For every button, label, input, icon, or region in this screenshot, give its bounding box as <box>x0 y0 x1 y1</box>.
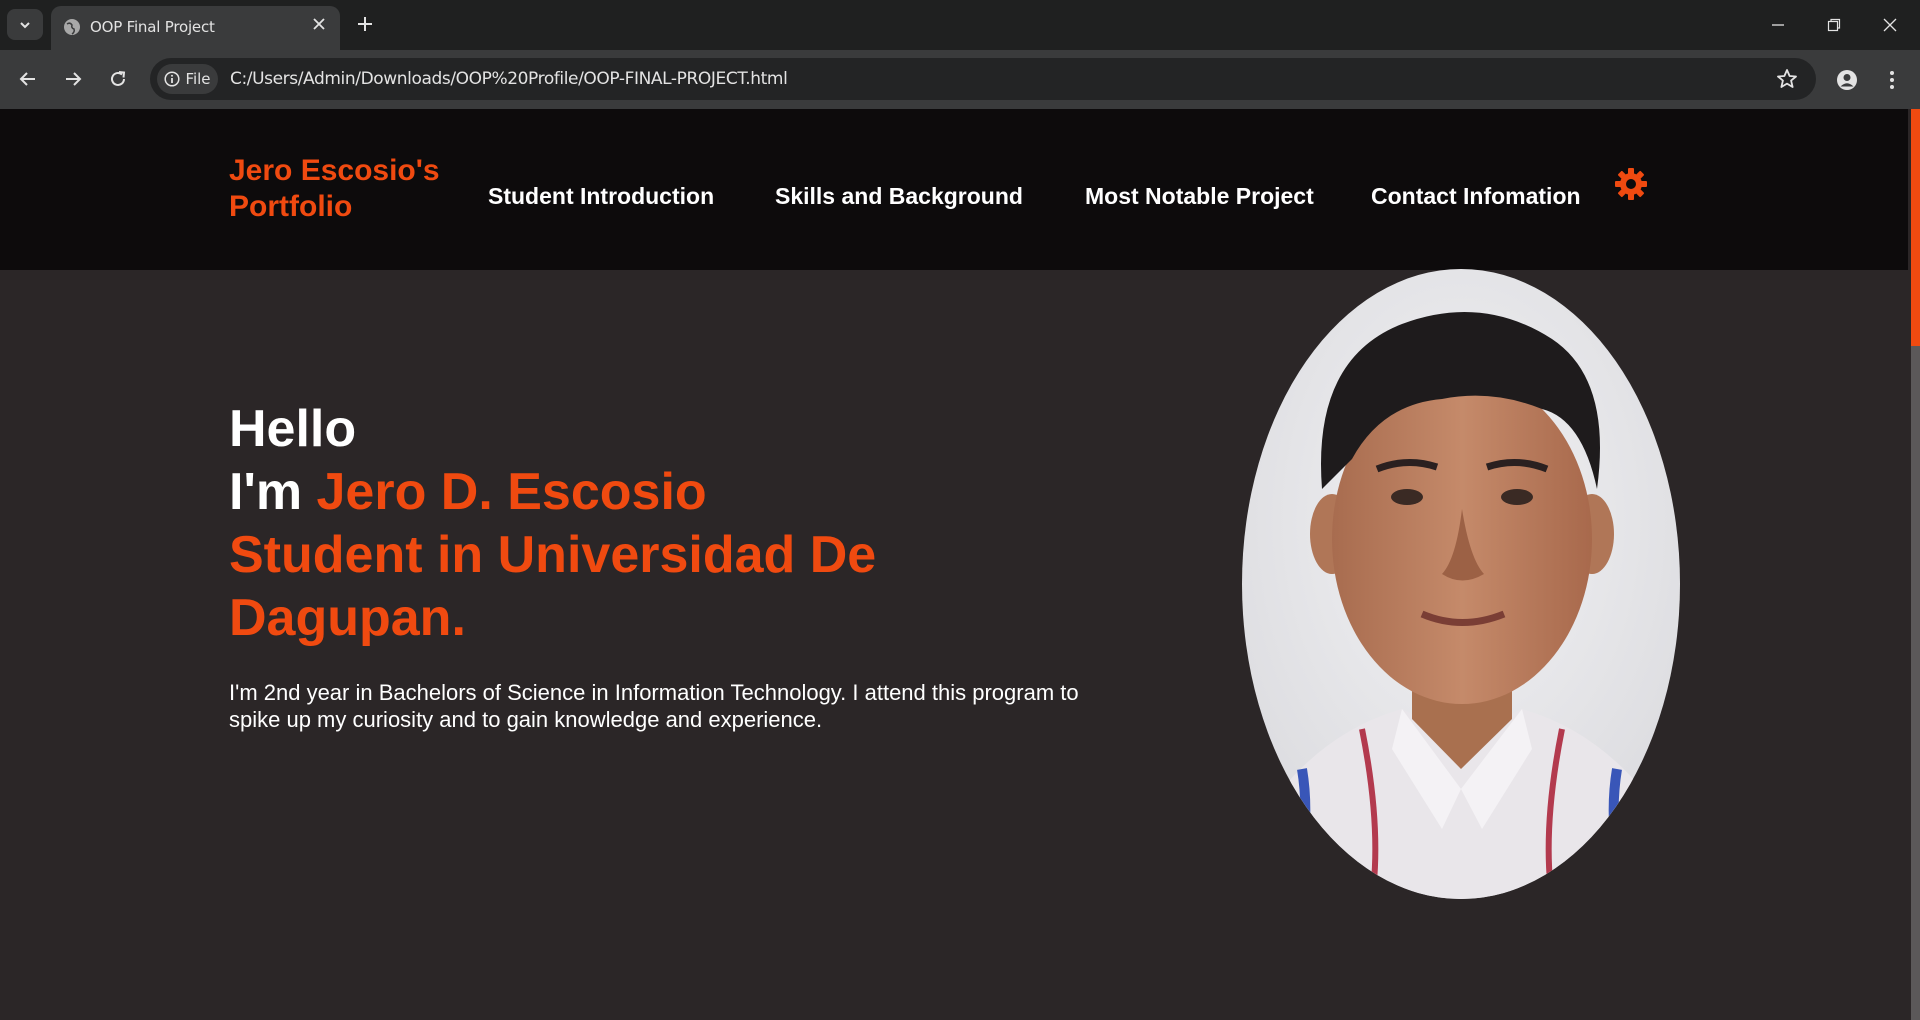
logo-line-2: Portfolio <box>229 190 353 223</box>
new-tab-button[interactable] <box>352 12 378 38</box>
forward-button[interactable] <box>58 64 88 94</box>
active-tab[interactable]: OOP Final Project <box>51 6 340 50</box>
address-bar[interactable]: File C:/Users/Admin/Downloads/OOP%20Prof… <box>150 58 1816 100</box>
profile-icon <box>1837 70 1857 90</box>
reload-icon <box>111 71 126 86</box>
tab-title: OOP Final Project <box>90 18 215 36</box>
page-viewport: Jero Escosio's Portfolio Student Introdu… <box>0 109 1920 1020</box>
close-icon <box>1883 18 1897 32</box>
hero-role-line-1: Student in Universidad De <box>229 526 877 584</box>
back-button[interactable] <box>13 64 43 94</box>
chevron-down-icon <box>20 21 30 28</box>
star-icon <box>1777 69 1797 88</box>
browser-toolbar: File C:/Users/Admin/Downloads/OOP%20Prof… <box>0 50 1920 109</box>
site-header: Jero Escosio's Portfolio Student Introdu… <box>0 109 1920 270</box>
browser-menu-button[interactable] <box>1877 65 1907 95</box>
site-chip-label: File <box>185 70 211 88</box>
hero-name: Jero D. Escosio <box>316 463 707 521</box>
close-icon <box>313 18 325 30</box>
site-info-chip[interactable]: File <box>157 64 218 94</box>
profile-button[interactable] <box>1832 65 1862 95</box>
restore-button[interactable] <box>1806 0 1862 50</box>
browser-tab-strip: OOP Final Project <box>0 0 1920 50</box>
scrollbar-thumb[interactable] <box>1911 109 1920 346</box>
info-icon <box>164 71 180 87</box>
tab-close-button[interactable] <box>309 16 329 36</box>
hero-description: I'm 2nd year in Bachelors of Science in … <box>229 679 1129 733</box>
nav-contact-information[interactable]: Contact Infomation <box>1371 183 1581 210</box>
hero-role-line-2: Dagupan. <box>229 589 466 647</box>
hero-im-prefix: I'm <box>229 463 317 521</box>
hero-name-line: I'm Jero D. Escosio <box>229 461 989 524</box>
logo-line-1: Jero Escosio's <box>229 154 440 187</box>
tab-search-button[interactable] <box>7 9 43 40</box>
hero-greeting: Hello <box>229 400 357 458</box>
hero-heading: Hello I'm Jero D. Escosio Student in Uni… <box>229 398 989 650</box>
nav-most-notable-project[interactable]: Most Notable Project <box>1085 183 1314 210</box>
globe-icon <box>64 19 80 35</box>
arrow-left-icon <box>19 72 35 86</box>
hero-description-line-2: spike up my curiosity and to gain knowle… <box>229 707 823 732</box>
arrow-right-icon <box>66 72 82 86</box>
scrollbar-track <box>1911 346 1920 1020</box>
gear-icon[interactable] <box>1613 166 1649 202</box>
more-vertical-icon <box>1890 71 1894 89</box>
page-scrollbar[interactable] <box>1908 109 1920 1020</box>
nav-student-introduction[interactable]: Student Introduction <box>488 183 714 210</box>
close-window-button[interactable] <box>1862 0 1918 50</box>
reload-button[interactable] <box>103 64 133 94</box>
site-logo[interactable]: Jero Escosio's Portfolio <box>229 153 479 225</box>
nav-skills-and-background[interactable]: Skills and Background <box>775 183 1023 210</box>
plus-icon <box>358 17 372 31</box>
hero-description-line-1: I'm 2nd year in Bachelors of Science in … <box>229 680 1079 705</box>
bookmark-button[interactable] <box>1775 67 1799 91</box>
url-text[interactable]: C:/Users/Admin/Downloads/OOP%20Profile/O… <box>230 69 788 89</box>
minimize-icon <box>1772 24 1784 26</box>
profile-photo <box>1242 269 1680 899</box>
minimize-button[interactable] <box>1750 0 1806 50</box>
restore-icon <box>1827 18 1841 32</box>
